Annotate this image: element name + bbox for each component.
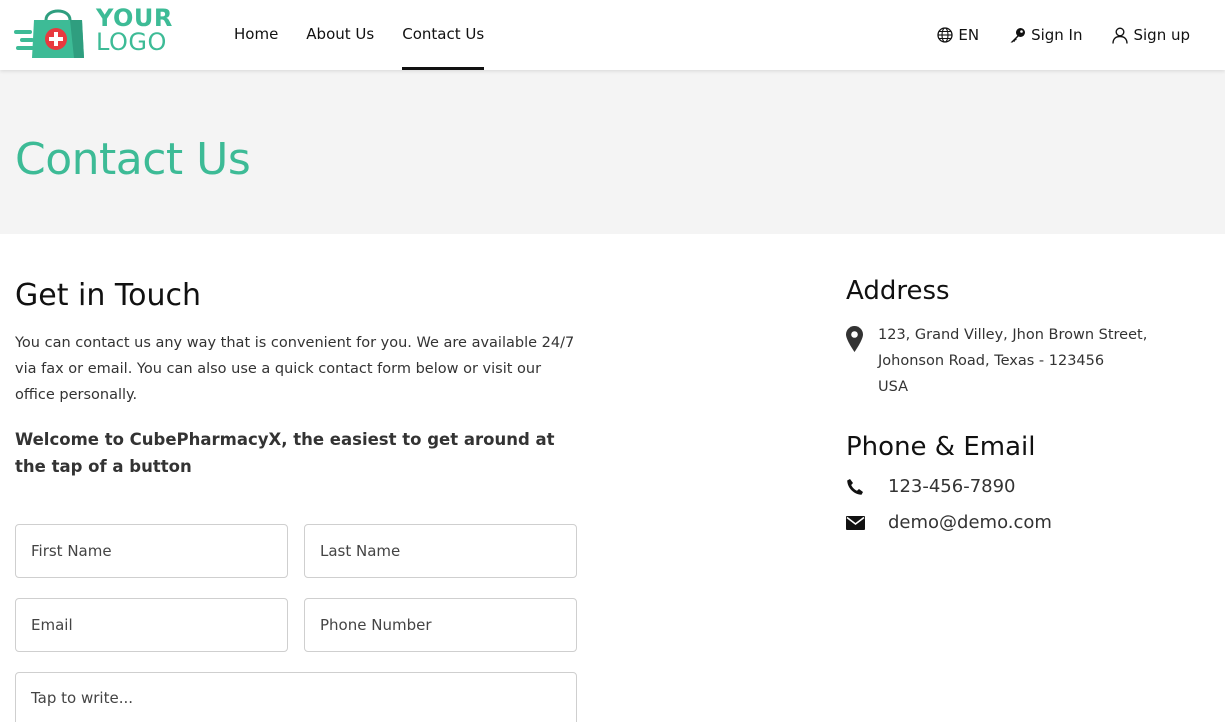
phone-number[interactable]: 123-456-7890 [888,476,1016,497]
logo[interactable]: YOUR LOGO [0,0,190,70]
email-field[interactable] [15,598,288,652]
phone-row: 123-456-7890 [846,476,1016,497]
language-selector[interactable]: EN [937,26,979,44]
map-pin-icon [846,326,863,352]
logo-text: YOUR LOGO [96,6,173,54]
message-field[interactable] [15,672,577,722]
logo-line2: LOGO [96,28,167,56]
phone-number-field[interactable] [304,598,577,652]
page-banner: Contact Us [0,70,1225,234]
address-title: Address [846,276,950,306]
sign-in-link[interactable]: Sign In [1009,26,1082,44]
phone-icon [847,478,863,495]
intro-text: You can contact us any way that is conve… [15,335,575,403]
main-nav: Home About Us Contact Us [234,0,512,70]
account-nav: EN Sign In Sign up [907,0,1190,70]
email-address[interactable]: demo@demo.com [888,512,1052,533]
last-name-field[interactable] [304,524,577,578]
logo-line1: YOUR [96,4,173,32]
sign-up-label: Sign up [1133,26,1190,44]
top-navbar: YOUR LOGO Home About Us Contact Us EN Si… [0,0,1225,70]
nav-about-us[interactable]: About Us [306,0,374,70]
address-line-2: Johonson Road, Texas - 123456 [878,353,1105,369]
user-icon [1112,27,1129,44]
globe-icon [937,27,954,43]
key-icon [1010,27,1026,42]
nav-contact-us[interactable]: Contact Us [402,0,484,70]
email-row: demo@demo.com [846,512,1052,533]
address-line-3: USA [878,379,909,395]
address-line-1: 123, Grand Villey, Jhon Brown Street, [878,327,1148,343]
get-in-touch-title: Get in Touch [15,278,201,313]
phone-email-title: Phone & Email [846,432,1036,462]
welcome-text: Welcome to CubePharmacyX, the easiest to… [15,430,555,476]
sign-in-label: Sign In [1031,26,1083,44]
first-name-field[interactable] [15,524,288,578]
nav-home[interactable]: Home [234,0,278,70]
page-title: Contact Us [15,134,251,185]
envelope-icon [846,515,865,530]
sign-up-link[interactable]: Sign up [1112,26,1190,44]
language-label: EN [958,26,980,44]
address-lines: 123, Grand Villey, Jhon Brown Street, Jo… [878,322,1198,400]
